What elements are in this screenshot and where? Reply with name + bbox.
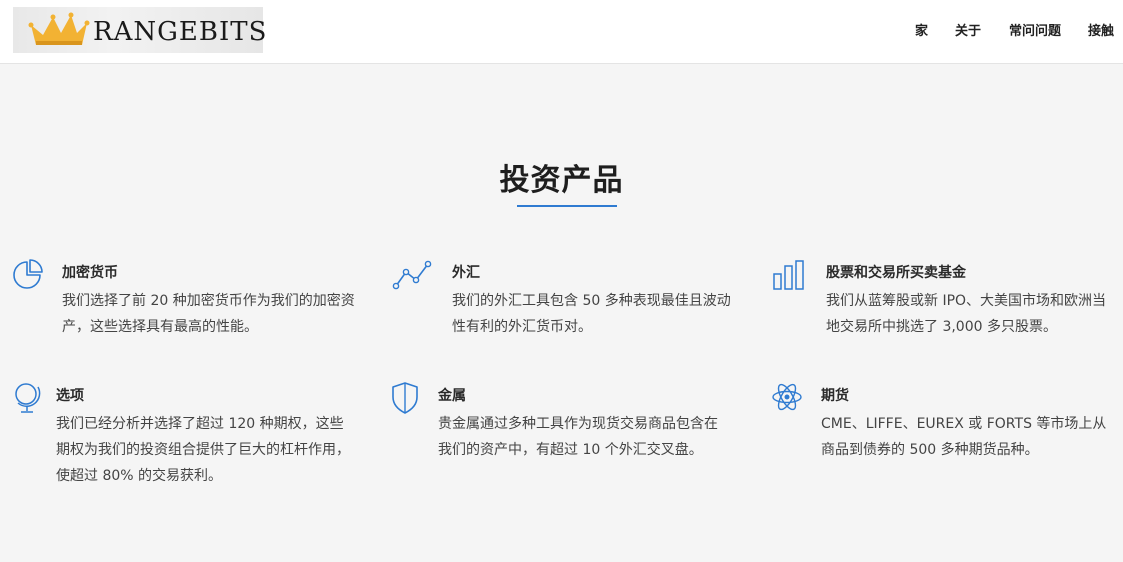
product-title: 加密货币 bbox=[62, 265, 118, 281]
product-description: 我们从蓝筹股或新 IPO、大美国市场和欧洲当地交易所中挑选了 3,000 多只股… bbox=[826, 293, 1107, 335]
bar-chart-icon bbox=[773, 260, 804, 290]
product-description: 我们已经分析并选择了超过 120 种期权，这些期权为我们的投资组合提供了巨大的杠… bbox=[56, 416, 350, 484]
nav-contact-link[interactable]: 接触 bbox=[1088, 20, 1114, 39]
site-logo[interactable]: RANGEBITS bbox=[13, 7, 266, 53]
product-description: CME、LIFFE、EUREX 或 FORTS 等市场上从商品到债券的 500 … bbox=[821, 416, 1107, 458]
shield-icon bbox=[392, 382, 418, 414]
pie-chart-icon bbox=[13, 259, 43, 289]
product-title: 期货 bbox=[821, 388, 849, 404]
product-stocks: 股票和交易所买卖基金 我们从蓝筹股或新 IPO、大美国市场和欧洲当地交易所中挑选… bbox=[772, 258, 1117, 348]
title-underline bbox=[517, 205, 617, 207]
product-description: 贵金属通过多种工具作为现货交易商品包含在我们的资产中，有超过 10 个外汇交叉盘… bbox=[438, 416, 718, 458]
nav-faq-link[interactable]: 常问问题 bbox=[1009, 20, 1061, 39]
product-options: 选项 我们已经分析并选择了超过 120 种期权，这些期权为我们的投资组合提供了巨… bbox=[12, 381, 362, 491]
product-crypto: 加密货币 我们选择了前 20 种加密货币作为我们的加密资产，这些选择具有最高的性… bbox=[12, 258, 362, 348]
globe-icon bbox=[15, 383, 41, 413]
product-title: 选项 bbox=[56, 388, 84, 404]
atom-icon bbox=[772, 383, 802, 411]
line-graph-icon bbox=[392, 260, 432, 290]
product-description: 我们的外汇工具包含 50 多种表现最佳且波动性有利的外汇货币对。 bbox=[452, 293, 731, 335]
crown-icon bbox=[28, 12, 90, 45]
product-title: 外汇 bbox=[452, 265, 480, 281]
product-metals: 金属 贵金属通过多种工具作为现货交易商品包含在我们的资产中，有超过 10 个外汇… bbox=[392, 381, 742, 491]
product-title: 金属 bbox=[438, 388, 466, 404]
product-futures: 期货 CME、LIFFE、EUREX 或 FORTS 等市场上从商品到债券的 5… bbox=[772, 381, 1117, 491]
product-description: 我们选择了前 20 种加密货币作为我们的加密资产，这些选择具有最高的性能。 bbox=[62, 293, 355, 335]
product-forex: 外汇 我们的外汇工具包含 50 多种表现最佳且波动性有利的外汇货币对。 bbox=[392, 258, 742, 348]
site-header: RANGEBITS 家 关于 常问问题 接触 bbox=[0, 0, 1123, 64]
product-title: 股票和交易所买卖基金 bbox=[826, 265, 966, 281]
nav-about-link[interactable]: 关于 bbox=[955, 20, 981, 39]
logo-text: RANGEBITS bbox=[93, 17, 268, 47]
section-title: 投资产品 bbox=[499, 163, 624, 198]
nav-home-link[interactable]: 家 bbox=[915, 20, 928, 39]
